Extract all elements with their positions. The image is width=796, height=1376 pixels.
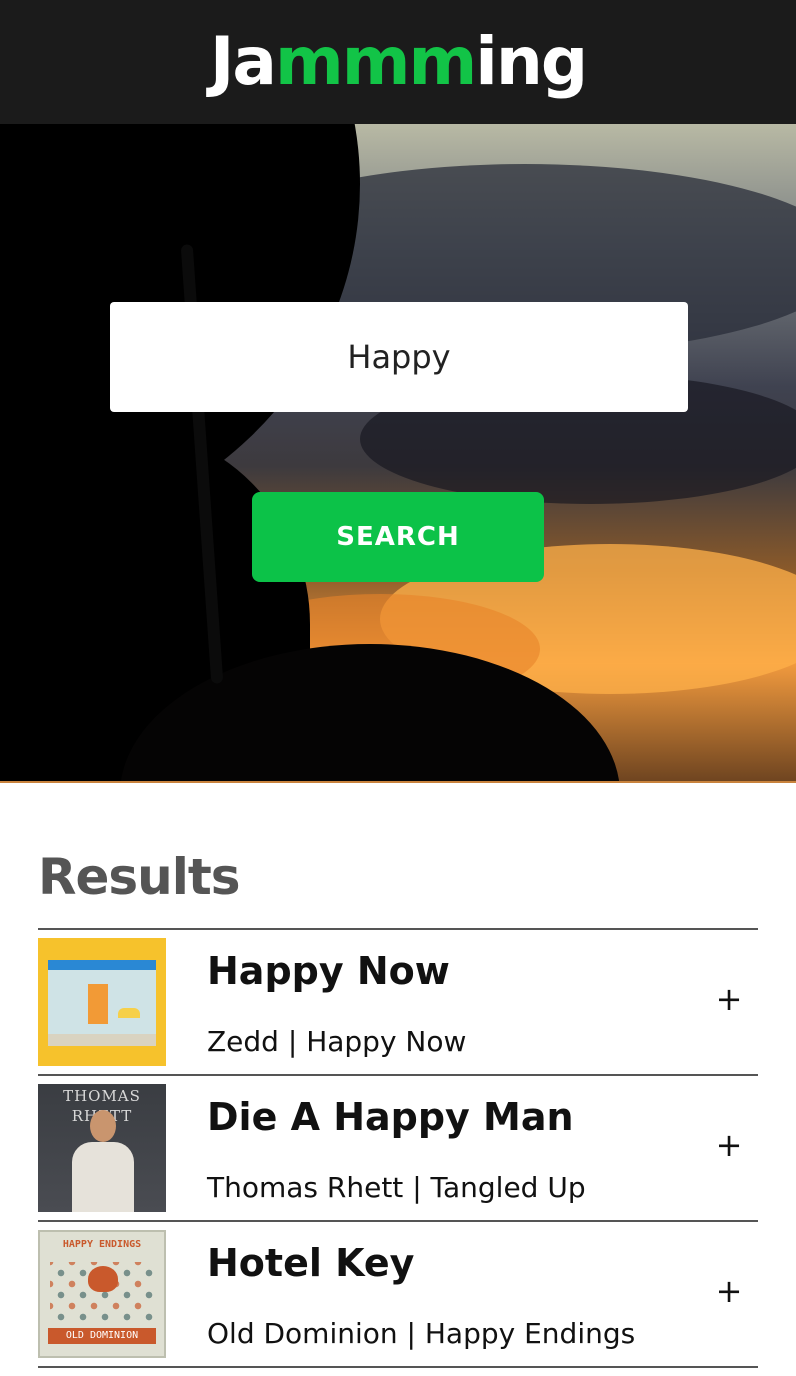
track-artist-album: Zedd | Happy Now [207,1025,467,1058]
album-art-text: OLD DOMINION [48,1328,156,1344]
app-title-prefix: Ja [209,23,277,100]
app-title: Jammming [210,29,588,95]
track-artist-album: Thomas Rhett | Tangled Up [207,1171,586,1204]
track-artist-album: Old Dominion | Happy Endings [207,1317,636,1350]
album-art-text: THOMAS RHETT [63,1087,141,1125]
search-input[interactable]: Happy [110,302,688,412]
track-row: Happy Now Zedd | Happy Now + [38,930,758,1076]
album-art: THOMAS RHETT [38,1084,166,1212]
album-art [38,938,166,1066]
add-track-button[interactable]: + [714,1275,744,1307]
app-title-accent: mmm [274,23,477,100]
hero-background-image [0,124,796,782]
track-row: HAPPY ENDINGS OLD DOMINION Hotel Key Old… [38,1222,758,1368]
add-track-button[interactable]: + [714,983,744,1015]
track-name: Happy Now [207,949,450,993]
track-name: Die A Happy Man [207,1095,574,1139]
app-title-suffix: ing [475,23,588,100]
app-header: Jammming [0,0,796,124]
album-art-text: HAPPY ENDINGS [62,1239,142,1250]
track-row: THOMAS RHETT Die A Happy Man Thomas Rhet… [38,1076,758,1222]
album-art: HAPPY ENDINGS OLD DOMINION [38,1230,166,1358]
results-heading: Results [38,848,241,906]
hero-divider [0,781,796,783]
add-track-button[interactable]: + [714,1129,744,1161]
track-name: Hotel Key [207,1241,415,1285]
search-button[interactable]: SEARCH [252,492,544,582]
